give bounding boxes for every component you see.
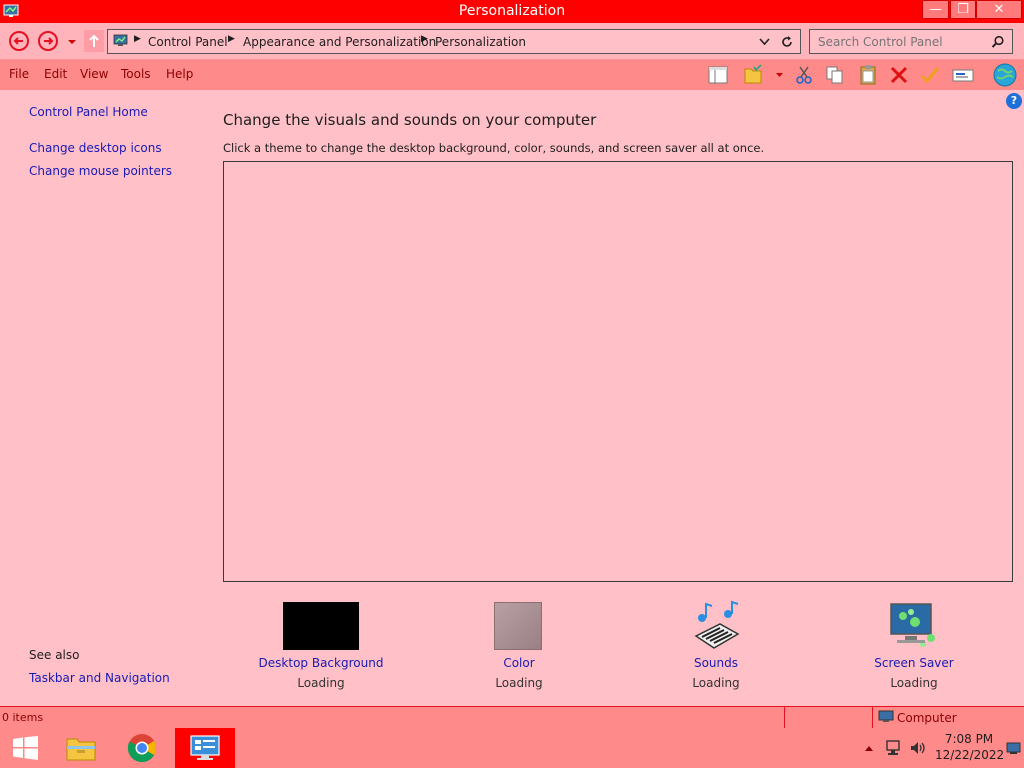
page-description: Click a theme to change the desktop back…	[223, 141, 765, 155]
status-divider	[872, 707, 873, 728]
status-location: Computer	[897, 711, 957, 725]
help-question-icon: ?	[1010, 94, 1018, 107]
properties-check-icon[interactable]	[919, 64, 941, 86]
tile-sounds-status: Loading	[692, 676, 740, 690]
menu-bar: File Edit View Tools Help	[0, 60, 1024, 90]
page-heading: Change the visuals and sounds on your co…	[223, 111, 597, 129]
forward-arrow-icon	[44, 37, 54, 45]
tile-desktop-background-status: Loading	[297, 676, 345, 690]
tile-screen-saver-status: Loading	[890, 676, 938, 690]
address-bar[interactable]: ▶ Control Panel ▶ Appearance and Persona…	[107, 29, 801, 54]
desktop-background-thumbnail[interactable]	[283, 602, 359, 650]
preview-pane-icon[interactable]	[707, 64, 729, 86]
menu-file[interactable]: File	[9, 67, 29, 81]
theme-list[interactable]	[223, 161, 1013, 582]
delete-icon[interactable]	[888, 64, 910, 86]
breadcrumb-separator-icon[interactable]: ▶	[228, 34, 235, 44]
help-button[interactable]: ?	[1006, 93, 1022, 109]
windows-logo-icon	[13, 736, 38, 760]
computer-icon	[878, 710, 894, 722]
back-arrow-icon	[13, 37, 23, 45]
action-center-icon[interactable]	[1006, 742, 1021, 755]
back-button[interactable]	[9, 31, 29, 51]
color-swatch[interactable]	[494, 602, 542, 650]
tile-color-status: Loading	[495, 676, 543, 690]
minimize-button[interactable]: —	[922, 0, 949, 19]
search-input[interactable]	[818, 33, 988, 50]
sidebar-control-panel-home[interactable]: Control Panel Home	[29, 105, 148, 119]
breadcrumb-appearance-and-personalization[interactable]: Appearance and Personalization	[243, 35, 436, 49]
control-panel-icon	[190, 735, 220, 760]
tile-screen-saver-label[interactable]: Screen Saver	[834, 656, 994, 670]
network-icon[interactable]	[885, 739, 903, 757]
restore-button[interactable]: ❐	[950, 0, 976, 19]
sidebar-taskbar-and-navigation[interactable]: Taskbar and Navigation	[29, 671, 170, 685]
tile-sounds-label[interactable]: Sounds	[636, 656, 796, 670]
clock[interactable]: 7:08 PM 12/22/2022	[935, 732, 1005, 762]
show-hidden-icons-icon[interactable]	[864, 744, 874, 752]
up-button[interactable]	[84, 30, 104, 52]
menu-view[interactable]: View	[80, 67, 108, 81]
taskbar-file-explorer[interactable]	[59, 728, 104, 768]
navigation-bar: ▶ Control Panel ▶ Appearance and Persona…	[0, 23, 1024, 60]
paste-icon[interactable]	[857, 64, 879, 86]
refresh-icon[interactable]	[780, 35, 794, 49]
taskbar-chrome[interactable]	[121, 728, 166, 768]
status-divider	[784, 707, 785, 728]
tile-color-label[interactable]: Color	[439, 656, 599, 670]
sounds-icon[interactable]	[690, 600, 742, 652]
search-box[interactable]	[809, 29, 1013, 54]
menu-help[interactable]: Help	[166, 67, 193, 81]
breadcrumb-separator-icon[interactable]: ▶	[134, 34, 141, 44]
sidebar-change-mouse-pointers[interactable]: Change mouse pointers	[29, 164, 172, 178]
volume-icon[interactable]	[909, 739, 927, 757]
see-also-title: See also	[29, 648, 80, 662]
status-bar: 0 items Computer	[0, 706, 1024, 728]
search-icon[interactable]	[991, 35, 1005, 49]
globe-icon[interactable]	[992, 62, 1018, 88]
breadcrumb-personalization[interactable]: Personalization	[435, 35, 526, 49]
up-arrow-icon	[89, 34, 99, 47]
menu-edit[interactable]: Edit	[44, 67, 67, 81]
folder-options-dropdown-icon[interactable]	[775, 72, 784, 79]
forward-button[interactable]	[38, 31, 58, 51]
copy-icon[interactable]	[824, 64, 846, 86]
start-button[interactable]	[0, 728, 50, 768]
status-item-count: 0 items	[2, 711, 44, 724]
title-bar: Personalization — ❐ ✕	[0, 0, 1024, 23]
taskbar-control-panel[interactable]	[175, 728, 235, 768]
rename-icon[interactable]	[952, 64, 974, 86]
chrome-icon	[127, 734, 156, 763]
tile-desktop-background-label[interactable]: Desktop Background	[241, 656, 401, 670]
control-panel-small-icon	[113, 34, 128, 46]
file-explorer-icon	[66, 738, 96, 761]
taskbar: 7:08 PM 12/22/2022	[0, 728, 1024, 768]
sidebar-change-desktop-icons[interactable]: Change desktop icons	[29, 141, 162, 155]
address-dropdown-icon[interactable]	[759, 38, 770, 46]
breadcrumb-separator-icon[interactable]: ▶	[421, 34, 428, 44]
screen-saver-icon[interactable]	[887, 600, 941, 652]
clock-date: 12/22/2022	[935, 748, 1005, 762]
cut-icon[interactable]	[793, 64, 815, 86]
close-button[interactable]: ✕	[976, 0, 1022, 19]
menu-tools[interactable]: Tools	[121, 67, 151, 81]
clock-time: 7:08 PM	[944, 732, 994, 746]
breadcrumb-control-panel[interactable]: Control Panel	[148, 35, 228, 49]
window-title: Personalization	[458, 3, 566, 19]
recent-locations-chevron-icon[interactable]	[67, 38, 77, 46]
folder-options-icon[interactable]	[743, 64, 765, 86]
